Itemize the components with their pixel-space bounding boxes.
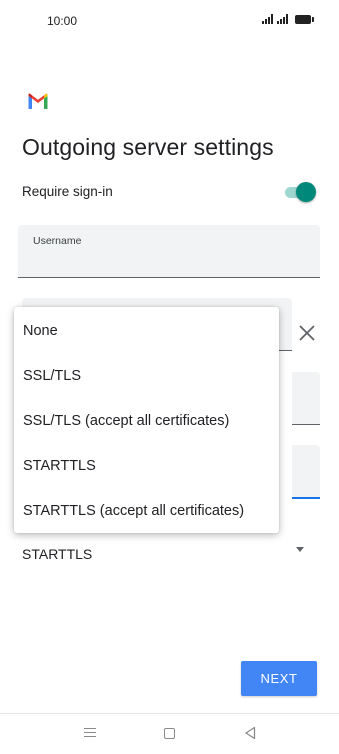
toggle-thumb	[296, 182, 316, 202]
nav-divider	[0, 713, 339, 714]
port-field[interactable]	[292, 372, 320, 425]
signal-bars-icon	[262, 14, 273, 24]
username-field[interactable]: Username	[18, 225, 320, 278]
menu-option-starttls[interactable]: STARTTLS	[23, 458, 96, 474]
security-selected-value[interactable]: STARTTLS	[22, 546, 92, 562]
home-square-icon[interactable]	[164, 728, 175, 739]
menu-option-ssl-tls-accept-all[interactable]: SSL/TLS (accept all certificates)	[23, 413, 229, 429]
security-type-field[interactable]	[292, 445, 320, 499]
menu-option-ssl-tls[interactable]: SSL/TLS	[23, 368, 81, 384]
menu-icon[interactable]	[84, 728, 96, 738]
page-title: Outgoing server settings	[22, 134, 274, 160]
require-signin-label: Require sign-in	[22, 184, 113, 199]
dropdown-arrow-icon[interactable]	[296, 547, 304, 552]
status-time: 10:00	[47, 14, 78, 28]
signal-bars-icon	[277, 14, 288, 24]
gmail-icon	[28, 93, 48, 109]
require-signin-toggle[interactable]	[283, 182, 317, 202]
close-icon[interactable]	[296, 322, 318, 344]
status-icons	[262, 14, 314, 24]
username-label: Username	[33, 235, 82, 247]
menu-option-starttls-accept-all[interactable]: STARTTLS (accept all certificates)	[23, 503, 244, 519]
security-options-menu: None SSL/TLS SSL/TLS (accept all certifi…	[14, 307, 279, 533]
next-button[interactable]: NEXT	[241, 661, 317, 696]
back-triangle-icon[interactable]	[244, 726, 256, 740]
battery-full-icon	[295, 14, 314, 24]
menu-option-none[interactable]: None	[23, 323, 58, 339]
